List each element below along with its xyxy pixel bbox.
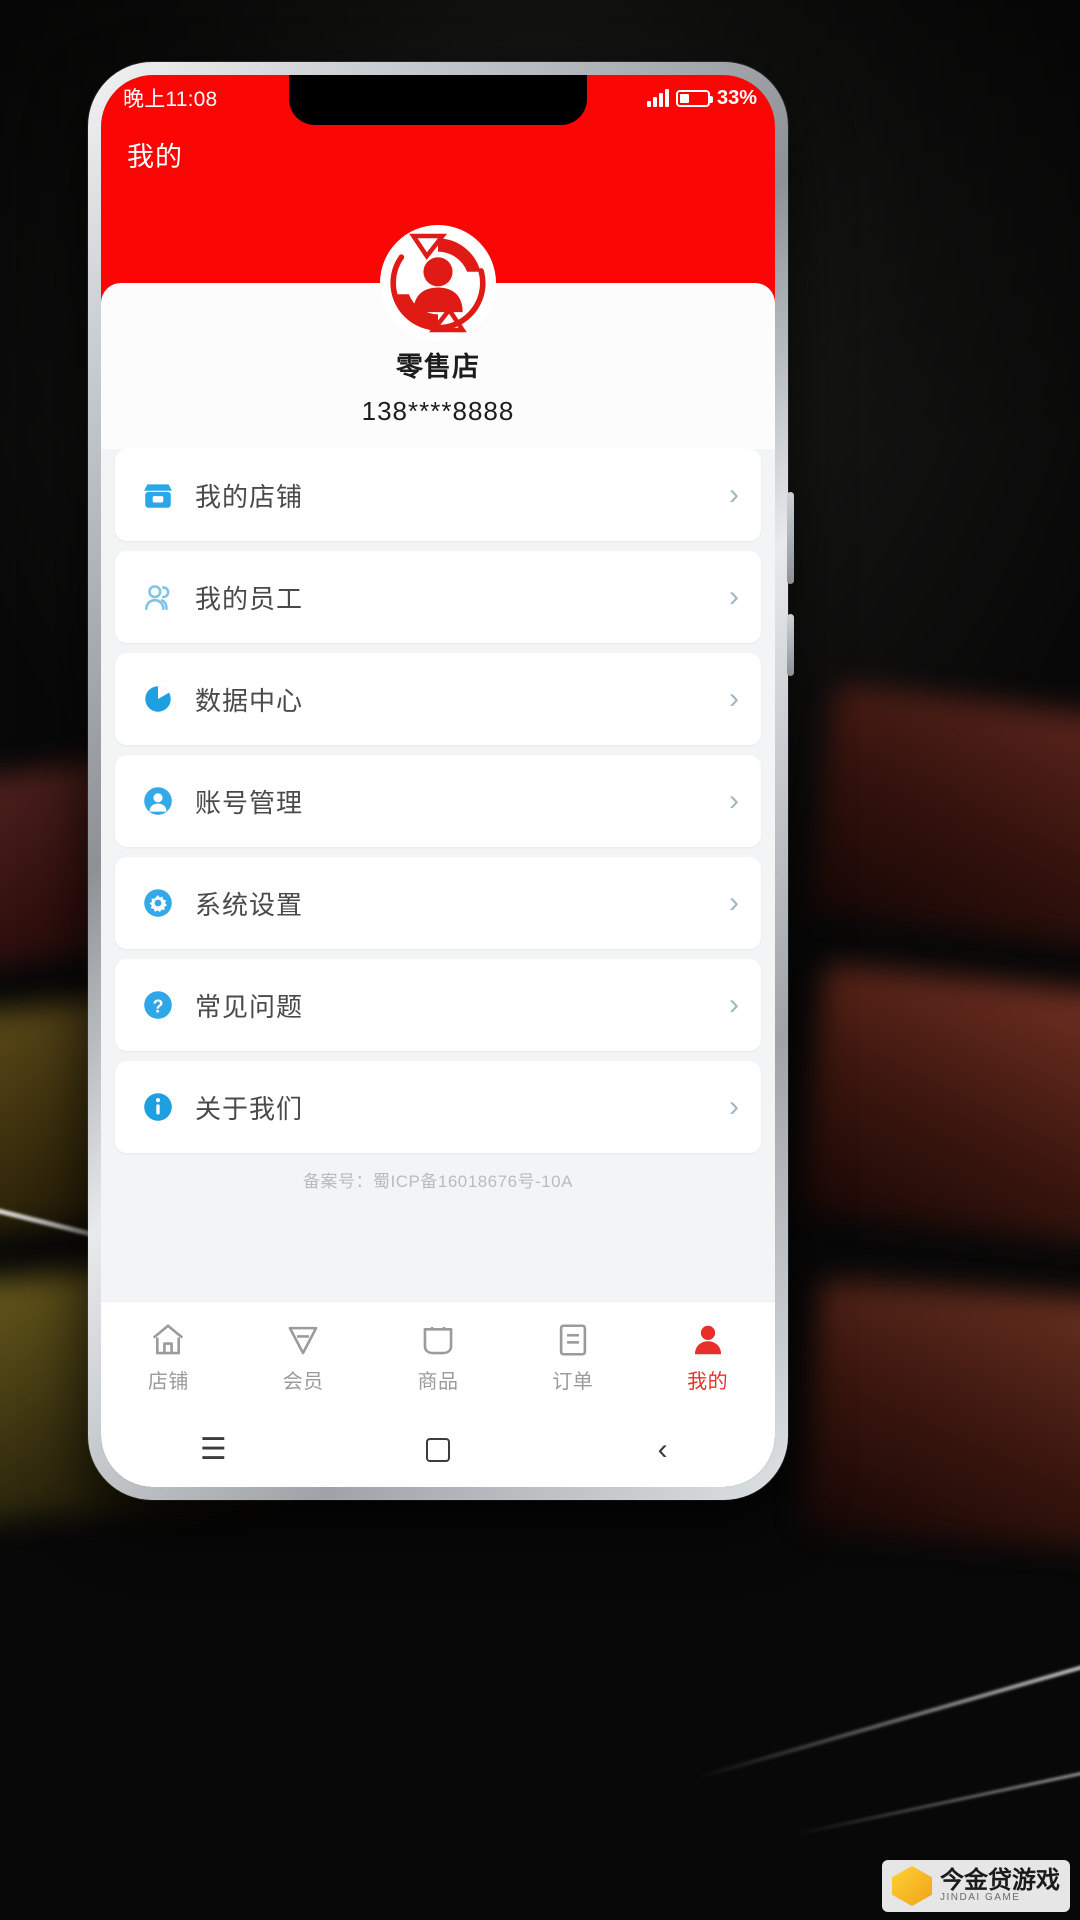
bag-icon — [419, 1321, 457, 1359]
pie-chart-icon — [141, 682, 175, 716]
menu-item-account-management[interactable]: 账号管理 › — [115, 755, 761, 847]
background-light-streak-right-1 — [697, 1656, 1080, 1780]
watermark: 今金贷游戏 JINDAI GAME — [882, 1860, 1070, 1912]
battery-percent-label: 33% — [716, 86, 757, 109]
profile-phone: 138****8888 — [361, 396, 515, 426]
menu-item-label: 我的员工 — [195, 583, 304, 614]
tab-order[interactable]: 订单 — [505, 1302, 640, 1413]
battery-level-fill — [679, 93, 689, 103]
chevron-right-icon: › — [729, 478, 739, 511]
account-icon — [141, 784, 175, 818]
people-icon — [141, 580, 175, 614]
member-icon — [284, 1321, 322, 1359]
signal-bars-icon — [646, 89, 669, 107]
chevron-right-icon: › — [729, 784, 739, 817]
tab-label: 订单 — [552, 1371, 594, 1393]
profile-card: 零售店 138****8888 — [101, 225, 775, 449]
phone-volume-button[interactable] — [787, 492, 794, 584]
menu-item-about-us[interactable]: 关于我们 › — [115, 1061, 761, 1153]
background-shelf-right-3 — [801, 1279, 1080, 1551]
menu-item-my-staff[interactable]: 我的员工 › — [115, 551, 761, 643]
background-light-streak-right-2 — [792, 1770, 1080, 1837]
menu-item-data-center[interactable]: 数据中心 › — [115, 653, 761, 745]
watermark-text: 今金贷游戏 JINDAI GAME — [940, 1868, 1060, 1904]
display-notch — [289, 75, 587, 125]
svg-text:?: ? — [152, 996, 163, 1016]
menu-item-label: 常见问题 — [195, 991, 304, 1022]
watermark-logo-icon — [892, 1866, 932, 1906]
status-bar-time: 晚上11:08 — [123, 88, 218, 111]
question-icon: ? — [141, 988, 175, 1022]
chevron-right-icon: › — [729, 988, 739, 1021]
phone-power-button[interactable] — [787, 614, 794, 676]
phone-screen-bezel: 晚上11:08 33% 我的 零售店 138****8888 我的店铺 › 我的… — [101, 75, 775, 1487]
shop-icon — [141, 478, 175, 512]
home-square-glyph — [425, 1438, 450, 1462]
bottom-tab-bar: 店铺 会员 商品 订单 我的 — [101, 1301, 775, 1413]
battery-icon — [675, 89, 713, 107]
chevron-right-icon: › — [729, 1090, 739, 1123]
menu-item-system-settings[interactable]: 系统设置 › — [115, 857, 761, 949]
tab-label: 会员 — [282, 1371, 324, 1393]
android-navigation-bar: ☰ ‹ — [101, 1413, 775, 1487]
menu-icon[interactable]: ☰ — [153, 1435, 273, 1465]
user-refresh-avatar-icon[interactable] — [380, 225, 496, 341]
tab-member[interactable]: 会员 — [236, 1302, 371, 1413]
app-screen: 晚上11:08 33% 我的 零售店 138****8888 我的店铺 › 我的… — [101, 75, 775, 1487]
info-icon — [141, 1090, 175, 1124]
page-title: 我的 — [127, 142, 183, 172]
menu-item-label: 关于我们 — [195, 1093, 304, 1124]
menu-item-my-shop[interactable]: 我的店铺 › — [115, 449, 761, 541]
tab-label: 店铺 — [147, 1371, 189, 1393]
menu-item-label: 系统设置 — [195, 889, 304, 920]
order-icon — [554, 1321, 592, 1359]
chevron-right-icon: › — [729, 580, 739, 613]
background-shelf-right-1 — [807, 682, 1080, 948]
menu-list[interactable]: 我的店铺 › 我的员工 › 数据中心 › 账号管理 › 系统设置 › ? 常见问… — [101, 449, 775, 1301]
menu-item-label: 数据中心 — [195, 685, 304, 716]
home-icon — [149, 1321, 187, 1359]
gear-icon — [141, 886, 175, 920]
home-square-icon[interactable] — [378, 1438, 498, 1462]
menu-item-label: 账号管理 — [195, 787, 304, 818]
watermark-title: 今金贷游戏 — [940, 1867, 1060, 1895]
background-shelf-right-2 — [797, 963, 1080, 1247]
chevron-right-icon: › — [729, 886, 739, 919]
tab-goods[interactable]: 商品 — [371, 1302, 506, 1413]
status-bar: 晚上11:08 33% — [101, 75, 775, 125]
tab-label: 我的 — [687, 1371, 729, 1393]
tab-mine[interactable]: 我的 — [640, 1302, 775, 1413]
tab-label: 商品 — [417, 1371, 459, 1393]
watermark-subtitle: JINDAI GAME — [940, 1892, 1021, 1904]
page-background: 晚上11:08 33% 我的 零售店 138****8888 我的店铺 › 我的… — [0, 0, 1080, 1920]
tab-shop[interactable]: 店铺 — [101, 1302, 236, 1413]
chevron-right-icon: › — [729, 682, 739, 715]
phone-frame: 晚上11:08 33% 我的 零售店 138****8888 我的店铺 › 我的… — [88, 62, 794, 1500]
menu-item-faq[interactable]: ? 常见问题 › — [115, 959, 761, 1051]
status-bar-indicators: 33% — [646, 86, 757, 110]
menu-item-label: 我的店铺 — [195, 481, 304, 512]
icp-record-number: 备案号：蜀ICP备16018676号-10A — [303, 1172, 573, 1191]
profile-name: 零售店 — [396, 352, 480, 382]
back-icon[interactable]: ‹ — [603, 1435, 723, 1465]
person-icon — [689, 1321, 727, 1359]
